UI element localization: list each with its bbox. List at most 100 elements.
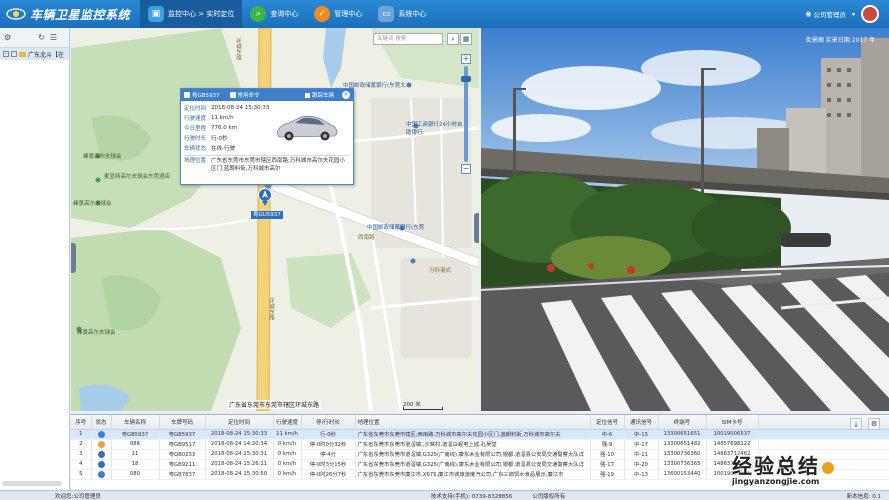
plate-number: 粤GB9211 bbox=[159, 459, 206, 470]
nav-manage-center[interactable]: ✓ 管理中心 bbox=[306, 0, 370, 28]
column-header[interactable]: 定位时间 bbox=[205, 415, 274, 430]
column-header[interactable]: 终端号 bbox=[658, 415, 707, 430]
nav-monitor-center[interactable]: ▣ 监控中心 > 实时定位 bbox=[140, 0, 243, 28]
duration: 行-0秒 bbox=[301, 429, 356, 440]
tree-root-label: 广东北斗【在 bbox=[28, 51, 65, 59]
zoom-slider-knob[interactable] bbox=[461, 76, 471, 82]
close-icon[interactable]: × bbox=[342, 91, 350, 99]
main-nav: ▣ 监控中心 > 实时定位 ⌕ 查询中心 ✓ 管理中心 ▭ 系统中心 bbox=[140, 0, 434, 28]
column-header[interactable]: 序号 bbox=[71, 415, 92, 430]
popup-tab-vehicle[interactable]: 粤GB5937 bbox=[184, 91, 220, 99]
popup-label: 地理位置 bbox=[184, 158, 207, 164]
watermark-title: 经验总结 bbox=[732, 450, 882, 479]
column-header[interactable]: 停/行时长 bbox=[301, 415, 356, 430]
nav-label: 系统中心 bbox=[398, 10, 427, 18]
vehicle-tree-panel: ⚙ ↻ ☰ - 广东北斗【在 bbox=[0, 28, 70, 490]
download-icon[interactable]: ⤓ bbox=[850, 418, 862, 430]
gps-signal: 中-6 bbox=[590, 429, 625, 440]
status-icon bbox=[97, 470, 105, 478]
welcome-text: 欢迎您:公司管理员 bbox=[55, 493, 101, 500]
comm-signal: 中-11 bbox=[624, 449, 659, 460]
status-cell bbox=[91, 429, 112, 440]
street-view-title: 街景图 实景日期:2017 年 bbox=[805, 37, 875, 44]
terminal-number: 13300651651 bbox=[658, 429, 707, 440]
status-icon bbox=[97, 460, 105, 468]
column-header[interactable]: 地理位置 bbox=[355, 415, 591, 430]
nav-query-center[interactable]: ⌕ 查询中心 bbox=[242, 0, 306, 28]
table-header-row: 序号 状态 车辆名称 车牌号码 定位时间 行驶速度 停/行时长 地理位置 定位信… bbox=[71, 415, 889, 430]
zoom-slider[interactable] bbox=[461, 66, 471, 162]
locate-time: 2018-08-24 15:26:11 bbox=[205, 459, 274, 470]
locate-time: 2018-08-24 15:30:31 bbox=[205, 449, 274, 460]
column-header[interactable]: 车牌号码 bbox=[159, 415, 206, 430]
status-cell bbox=[91, 449, 112, 460]
location: 广东省东莞市东莞市道滘镇,,沙窝村,道滘白蚬电上城,孔吴堂 bbox=[355, 439, 591, 450]
table-row[interactable]: 2 086 粤GB9517 2018-08-24 14:20:34 0 km/h 停-0时… bbox=[71, 439, 889, 450]
plate-number: 粤GB0233 bbox=[159, 449, 206, 460]
map-label-poi: 峰景高尔夫球会 bbox=[73, 201, 112, 207]
vehicle-name: 粤GB5937 bbox=[111, 429, 160, 440]
checkbox[interactable] bbox=[11, 51, 17, 57]
column-header[interactable]: SIM卡号 bbox=[706, 415, 759, 430]
status-cell bbox=[91, 469, 112, 480]
comm-signal: 中-17 bbox=[624, 439, 659, 450]
collapse-right-handle[interactable] bbox=[474, 213, 479, 243]
spacer-cell bbox=[758, 439, 889, 450]
satellite-logo-icon bbox=[6, 8, 26, 20]
popup-value: 在线-行驶 bbox=[211, 146, 235, 152]
avatar[interactable] bbox=[861, 5, 879, 23]
duration: 停-0时3分15秒 bbox=[301, 459, 356, 470]
popup-address-row: 地理位置 广东省东莞市东莞市辖区西南路;万科城市高尔夫花园小区门,蓝朗料街,万科… bbox=[184, 155, 350, 173]
column-header[interactable]: 状态 bbox=[91, 415, 112, 430]
follow-vehicle-toggle[interactable]: 跟踪车辆 bbox=[304, 91, 334, 99]
column-header[interactable]: 车辆名称 bbox=[111, 415, 160, 430]
tree-root-node[interactable]: - 广东北斗【在 bbox=[0, 48, 69, 60]
popup-tab-label: 常用命令 bbox=[237, 93, 260, 99]
map-label-road: 环城东路 bbox=[235, 38, 241, 60]
vehicle-plate-tag: 粤GU5937 bbox=[251, 211, 283, 219]
list-icon[interactable]: ☰ bbox=[50, 33, 57, 42]
location: 广东省东莞市东莞市道滘镇,G325(广南线),康东木业有限公司,银都,道滘县公安… bbox=[355, 449, 591, 460]
row-number: 2 bbox=[71, 439, 92, 450]
expand-icon[interactable]: - bbox=[3, 51, 9, 57]
column-header[interactable]: 通讯信号 bbox=[624, 415, 659, 430]
gps-signal: 强-10 bbox=[590, 449, 625, 460]
map-view[interactable]: 环城东路 中国邮政储蓄银行(东莞大 中国工商银行24小时自助银行 峰景高尔夫球会… bbox=[71, 28, 479, 411]
collapse-left-handle[interactable] bbox=[71, 243, 76, 273]
zoom-out-button[interactable]: − bbox=[461, 164, 471, 174]
status-cell bbox=[91, 439, 112, 450]
popup-tab-label: 粤GB5937 bbox=[192, 93, 220, 99]
copyright-text: 公司版权所有 bbox=[532, 493, 566, 500]
spacer-cell bbox=[758, 429, 889, 440]
horizontal-scrollbar[interactable] bbox=[2, 481, 62, 486]
refresh-icon[interactable]: ↻ bbox=[38, 33, 45, 42]
column-header[interactable]: 行驶速度 bbox=[273, 415, 302, 430]
vehicle-marker[interactable] bbox=[258, 188, 272, 208]
map-layer-button[interactable]: ▦ bbox=[460, 33, 472, 45]
popup-address-value: 广东省东莞市东莞市辖区西南路;万科城市高尔夫花园小区门,蓝朗料街,万科城市高尔 bbox=[211, 158, 345, 172]
speed: 0 km/h bbox=[273, 439, 302, 450]
settings-icon[interactable]: ⚙ bbox=[4, 33, 11, 42]
tree-toolbar: ⚙ ↻ ☰ bbox=[0, 28, 69, 48]
top-bar: 车辆卫星监控系统 ▣ 监控中心 > 实时定位 ⌕ 查询中心 ✓ 管理中心 ▭ 系… bbox=[0, 0, 889, 28]
map-search-button[interactable]: ⌕ bbox=[447, 33, 459, 45]
user-icon: ◉ bbox=[805, 10, 812, 18]
zoom-in-button[interactable]: + bbox=[461, 54, 471, 64]
checkbox[interactable] bbox=[304, 92, 310, 98]
street-view-panel[interactable]: 街景图 实景日期:2017 年 bbox=[481, 28, 889, 411]
table-row[interactable]: 1 粤GB5937 粤GB5937 2018-08-24 15:30:33 11 km/… bbox=[71, 429, 889, 440]
column-header[interactable]: 定位信号 bbox=[590, 415, 625, 430]
row-number: 5 bbox=[71, 469, 92, 480]
popup-tab-commands[interactable]: 常用命令 bbox=[229, 91, 260, 99]
map-label-road: 万科港式 bbox=[429, 268, 452, 274]
gear-icon[interactable]: ⚙ bbox=[868, 418, 880, 430]
status-icon bbox=[97, 440, 105, 448]
command-icon bbox=[229, 92, 236, 98]
nav-system-center[interactable]: ▭ 系统中心 bbox=[370, 0, 434, 28]
location: 广东省东莞市东莞市辖区;西南路;万科城市高尔夫花园小区门,蓝朗料街,万科城市高尔… bbox=[355, 429, 591, 440]
gps-signal: 强-9 bbox=[590, 439, 625, 450]
gear-icon: ✓ bbox=[314, 6, 331, 22]
map-search-input[interactable]: 关键词 搜索 bbox=[373, 33, 443, 45]
user-menu[interactable]: ◉ 公司管理员 ▾ bbox=[805, 0, 879, 28]
location: 广东省东莞市东莞市廉江市,X675,廉江市城旅游度汽公司,广东三郎饲水食品展示,… bbox=[355, 469, 591, 480]
